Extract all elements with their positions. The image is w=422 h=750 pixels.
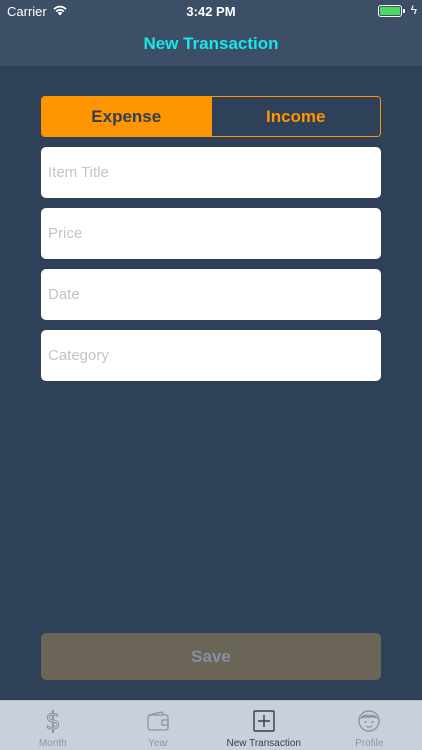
- category-input[interactable]: [41, 330, 381, 381]
- transaction-type-segment[interactable]: Expense Income: [41, 96, 381, 137]
- navigation-bar: New Transaction: [0, 22, 422, 66]
- item-title-input[interactable]: [41, 147, 381, 198]
- tab-profile[interactable]: Profile: [317, 701, 422, 750]
- dollar-icon: $: [40, 708, 66, 734]
- tab-label: Year: [148, 738, 169, 749]
- status-bar: Carrier 3:42 PM ϟ: [0, 0, 422, 22]
- tab-new-transaction[interactable]: New Transaction: [211, 701, 317, 750]
- charging-icon: ϟ: [410, 3, 417, 17]
- tab-label: Month: [38, 738, 67, 749]
- segment-expense[interactable]: Expense: [42, 97, 211, 136]
- plus-square-icon: [251, 708, 277, 734]
- date-input[interactable]: [41, 269, 381, 320]
- tab-bar: $ Month Year New Transaction Profile: [0, 700, 422, 750]
- segment-income[interactable]: Income: [210, 97, 380, 136]
- tab-year[interactable]: Year: [106, 701, 212, 750]
- wallet-icon: [145, 708, 171, 734]
- svg-text:$: $: [45, 708, 60, 734]
- tab-month[interactable]: $ Month: [0, 701, 106, 750]
- face-icon: [356, 708, 382, 734]
- tab-label: Profile: [355, 738, 384, 749]
- save-button[interactable]: Save: [41, 633, 381, 680]
- page-title: New Transaction: [143, 34, 279, 53]
- price-input[interactable]: [41, 208, 381, 259]
- battery-tip: [403, 9, 405, 13]
- tab-label: New Transaction: [226, 738, 301, 749]
- status-time: 3:42 PM: [186, 4, 236, 19]
- battery-icon: [378, 5, 402, 17]
